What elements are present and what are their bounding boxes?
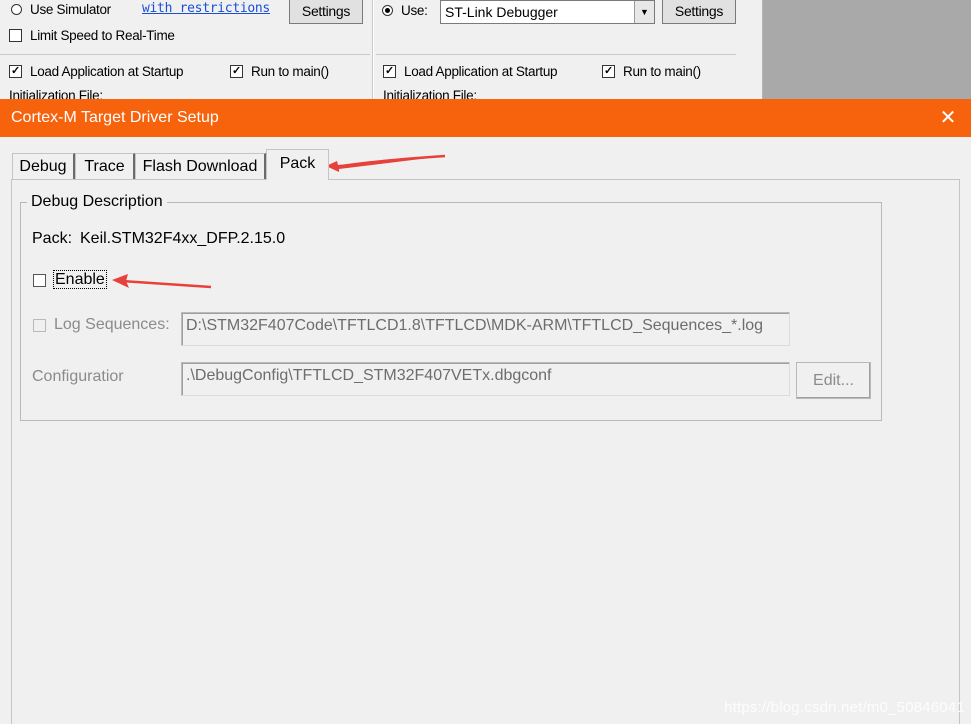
configuration-label: Configuratior <box>32 368 124 385</box>
tab-trace[interactable]: Trace <box>75 153 135 179</box>
watermark: https://blog.csdn.net/m0_50846041 <box>724 699 965 716</box>
pack-value: Keil.STM32F4xx_DFP.2.15.0 <box>80 230 286 247</box>
tab-debug[interactable]: Debug <box>12 153 75 179</box>
run-to-main-left-checkbox[interactable]: ✓ Run to main() <box>230 64 329 79</box>
enable-label[interactable]: Enable <box>53 270 107 289</box>
options-for-target-window: Use Simulator with restrictions Settings… <box>0 0 763 100</box>
load-application-left-checkbox[interactable]: ✓ Load Application at Startup <box>9 64 184 79</box>
limit-speed-label: Limit Speed to Real-Time <box>30 28 175 43</box>
divider <box>373 0 374 100</box>
pack-label: Pack: <box>32 230 73 247</box>
run-to-main-right-checkbox[interactable]: ✓ Run to main() <box>602 64 701 79</box>
log-sequences-label: Log Sequences: <box>54 316 170 333</box>
enable-label-text: Enable <box>53 270 107 289</box>
close-icon[interactable]: ✕ <box>925 99 971 137</box>
checkbox-icon <box>9 29 22 42</box>
run-to-main-right-label: Run to main() <box>623 64 701 79</box>
tab-pack[interactable]: Pack <box>266 149 329 180</box>
restrictions-link-text[interactable]: with restrictions <box>142 1 270 16</box>
checkmark-icon: ✓ <box>383 65 396 78</box>
checkmark-icon: ✓ <box>230 65 243 78</box>
settings-button-left[interactable]: Settings <box>289 0 363 24</box>
use-simulator-label: Use Simulator <box>30 2 111 17</box>
radio-icon <box>11 4 22 15</box>
separator <box>0 54 370 55</box>
use-label: Use: <box>401 3 428 18</box>
configuration-field: .\DebugConfig\TFTLCD_STM32F407VETx.dbgco… <box>181 362 790 396</box>
use-debugger-radio[interactable]: Use: <box>382 3 428 18</box>
debugger-value: ST-Link Debugger <box>445 4 558 20</box>
checkmark-icon: ✓ <box>602 65 615 78</box>
limit-speed-checkbox[interactable]: Limit Speed to Real-Time <box>9 28 175 43</box>
log-sequences-checkbox <box>33 319 46 332</box>
run-to-main-left-label: Run to main() <box>251 64 329 79</box>
settings-button-right[interactable]: Settings <box>662 0 736 24</box>
use-simulator-radio[interactable]: Use Simulator <box>11 2 111 17</box>
checkmark-icon: ✓ <box>9 65 22 78</box>
log-sequences-field: D:\STM32F407Code\TFTLCD1.8\TFTLCD\MDK-AR… <box>181 312 790 346</box>
chevron-down-icon[interactable]: ▼ <box>634 1 654 23</box>
load-application-right-checkbox[interactable]: ✓ Load Application at Startup <box>383 64 558 79</box>
load-application-right-label: Load Application at Startup <box>404 64 558 79</box>
debugger-select[interactable]: ST-Link Debugger ▼ <box>440 0 655 24</box>
enable-checkbox[interactable] <box>33 274 46 287</box>
title-bar[interactable]: Cortex-M Target Driver Setup ✕ <box>0 99 971 137</box>
group-title: Debug Description <box>27 193 167 211</box>
dialog-title: Cortex-M Target Driver Setup <box>11 109 219 126</box>
separator <box>376 54 736 55</box>
restrictions-link[interactable]: with restrictions <box>142 1 270 16</box>
load-application-left-label: Load Application at Startup <box>30 64 184 79</box>
radio-selected-icon <box>382 5 393 16</box>
tab-flash-download[interactable]: Flash Download <box>135 153 266 179</box>
edit-button: Edit... <box>796 362 871 399</box>
